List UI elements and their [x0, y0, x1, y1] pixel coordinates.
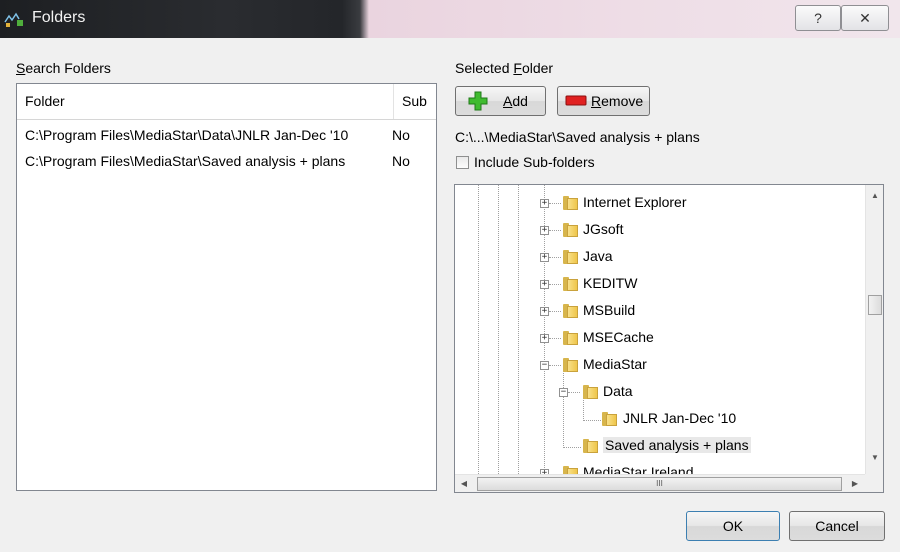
folder-icon	[583, 385, 599, 399]
tree-vertical-scrollbar[interactable]: ▲ ▼	[865, 185, 883, 474]
tree-guide	[518, 185, 519, 474]
tree-item-label[interactable]: Internet Explorer	[583, 194, 687, 210]
row-sub: No	[392, 127, 410, 143]
window-title: Folders	[32, 9, 86, 26]
scroll-thumb-horizontal[interactable]: III	[477, 477, 842, 491]
folder-icon	[563, 223, 579, 237]
search-folders-label: Search Folders	[16, 60, 111, 76]
help-button[interactable]: ?	[795, 5, 841, 31]
remove-label: Remove	[591, 93, 644, 109]
expand-icon[interactable]: +	[540, 199, 549, 208]
folder-icon	[563, 250, 579, 264]
ok-button[interactable]: OK	[686, 511, 780, 541]
scrollbar-corner	[865, 474, 883, 492]
cancel-button[interactable]: Cancel	[789, 511, 885, 541]
close-button[interactable]: ✕	[841, 5, 889, 31]
tree-item-label[interactable]: JNLR Jan-Dec '10	[623, 410, 736, 426]
folder-icon	[563, 277, 579, 291]
search-folders-list[interactable]: Folder Sub C:\Program Files\MediaStar\Da…	[16, 83, 437, 491]
row-folder: C:\Program Files\MediaStar\Saved analysi…	[25, 153, 346, 169]
tree-item-label[interactable]: MSECache	[583, 329, 654, 345]
cancel-label: Cancel	[815, 518, 859, 534]
include-subfolders-label[interactable]: Include Sub-folders	[474, 154, 595, 170]
row-folder: C:\Program Files\MediaStar\Data\JNLR Jan…	[25, 127, 349, 143]
add-button[interactable]: Add	[455, 86, 546, 116]
title-bar: Folders ? ✕	[0, 0, 900, 38]
tree-item-label[interactable]: MediaStar	[583, 356, 647, 372]
column-header-folder[interactable]: Folder	[25, 93, 65, 109]
ok-label: OK	[722, 518, 744, 534]
folder-icon	[563, 304, 579, 318]
folder-icon	[563, 331, 579, 345]
close-icon: ✕	[859, 10, 871, 26]
folder-icon	[563, 358, 579, 372]
scroll-right-icon[interactable]: ▶	[850, 479, 860, 489]
plus-icon	[468, 91, 488, 111]
scroll-down-icon[interactable]: ▼	[870, 453, 880, 463]
collapse-icon[interactable]: −	[540, 361, 549, 370]
tree-item-label[interactable]: KEDITW	[583, 275, 637, 291]
selected-folder-label: Selected Folder	[455, 60, 554, 76]
tree-item-label-selected[interactable]: Saved analysis + plans	[603, 437, 751, 453]
tree-item-label[interactable]: Java	[583, 248, 613, 264]
expand-icon[interactable]: +	[540, 307, 549, 316]
tree-horizontal-scrollbar[interactable]: ◀ III ▶	[455, 474, 865, 492]
selected-folder-path: C:\...\MediaStar\Saved analysis + plans	[455, 129, 700, 145]
folder-icon	[563, 196, 579, 210]
row-sub: No	[392, 153, 410, 169]
scroll-up-icon[interactable]: ▲	[870, 191, 880, 201]
tree-guide	[563, 366, 564, 448]
expand-icon[interactable]: +	[540, 280, 549, 289]
expand-icon[interactable]: +	[540, 226, 549, 235]
scroll-left-icon[interactable]: ◀	[459, 479, 469, 489]
expand-icon[interactable]: +	[540, 253, 549, 262]
tree-guide	[498, 185, 499, 474]
tree-guide	[478, 185, 479, 474]
column-header-sub[interactable]: Sub	[402, 93, 427, 109]
tree-item-label[interactable]: MSBuild	[583, 302, 635, 318]
tree-item-label[interactable]: Data	[603, 383, 633, 399]
add-label: Add	[503, 93, 528, 109]
list-header: Folder Sub	[17, 84, 436, 120]
tree-item-label[interactable]: JGsoft	[583, 221, 623, 237]
app-icon	[4, 12, 23, 27]
include-subfolders-checkbox[interactable]	[456, 156, 469, 169]
remove-button[interactable]: Remove	[557, 86, 650, 116]
folder-tree[interactable]: + Internet Explorer + JGsoft + Java + KE…	[454, 184, 884, 493]
list-row[interactable]: C:\Program Files\MediaStar\Data\JNLR Jan…	[17, 124, 436, 148]
minus-icon	[565, 95, 587, 106]
scroll-thumb[interactable]	[868, 295, 882, 315]
collapse-icon[interactable]: −	[559, 388, 568, 397]
folder-icon	[583, 439, 599, 453]
column-divider[interactable]	[393, 84, 394, 119]
expand-icon[interactable]: +	[540, 334, 549, 343]
list-row[interactable]: C:\Program Files\MediaStar\Saved analysi…	[17, 150, 436, 174]
help-icon: ?	[814, 10, 822, 26]
folder-icon	[602, 412, 618, 426]
